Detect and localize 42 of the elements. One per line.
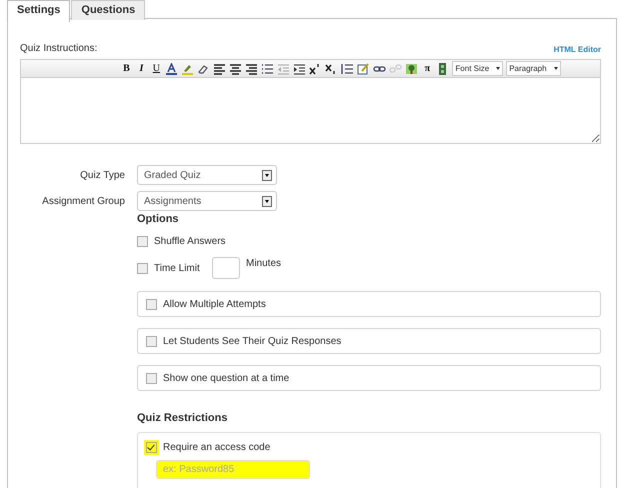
tab[interactable]: Settings — [7, 0, 70, 22]
checkbox[interactable] — [146, 372, 157, 384]
checkbox-label: Allow Multiple Attempts — [163, 298, 266, 310]
select-dropdown[interactable]: Graded Quiz — [137, 165, 277, 185]
checkbox-label: Let Students See Their Quiz Responses — [163, 336, 342, 346]
numbered-list-icon[interactable] — [341, 62, 354, 74]
edit-icon[interactable] — [357, 62, 370, 74]
indent-icon[interactable] — [293, 62, 306, 74]
tab[interactable]: Questions — [71, 0, 146, 20]
html-editor-link[interactable]: HTML Editor — [554, 45, 601, 54]
instructions-label: Quiz Instructions: — [20, 43, 98, 54]
align-center-icon[interactable] — [229, 62, 242, 74]
format-button[interactable]: I — [135, 63, 148, 74]
field-label: Assignment Group — [41, 196, 125, 206]
image-icon[interactable] — [405, 62, 418, 74]
pi-button[interactable]: π — [421, 63, 434, 74]
align-left-icon[interactable] — [213, 62, 226, 74]
access-code-field[interactable]: ex: Password85 — [156, 460, 310, 479]
format-button[interactable]: U — [150, 63, 162, 74]
checkbox-label: Time Limit — [154, 262, 201, 274]
unit-label: Minutes — [246, 258, 282, 269]
text-color-icon[interactable] — [165, 62, 178, 74]
toolbar-dropdown[interactable]: Paragraph — [506, 61, 561, 76]
checkbox[interactable] — [137, 236, 148, 247]
checkbox-label: Require an access code — [163, 442, 270, 453]
toolbar-dropdown[interactable]: Font Size — [452, 61, 504, 76]
highlight-icon[interactable] — [181, 62, 194, 74]
select-dropdown[interactable]: Assignments — [137, 191, 277, 211]
section-heading: Quiz Restrictions — [137, 412, 228, 426]
checkbox-label: Shuffle Answers — [154, 236, 226, 247]
checkbox[interactable] — [146, 442, 157, 453]
checkbox[interactable] — [146, 298, 157, 310]
section-heading: Options — [137, 213, 180, 227]
checkbox-label: Show one question at a time — [163, 372, 290, 384]
bullet-list-icon[interactable] — [261, 62, 274, 74]
checkbox[interactable] — [146, 336, 157, 346]
field-label: Quiz Type — [79, 170, 125, 180]
checkbox[interactable] — [137, 262, 148, 274]
eraser-icon[interactable] — [197, 62, 210, 74]
align-right-icon[interactable] — [245, 62, 258, 74]
format-button[interactable]: B — [120, 63, 132, 74]
minutes-field[interactable] — [212, 257, 240, 279]
